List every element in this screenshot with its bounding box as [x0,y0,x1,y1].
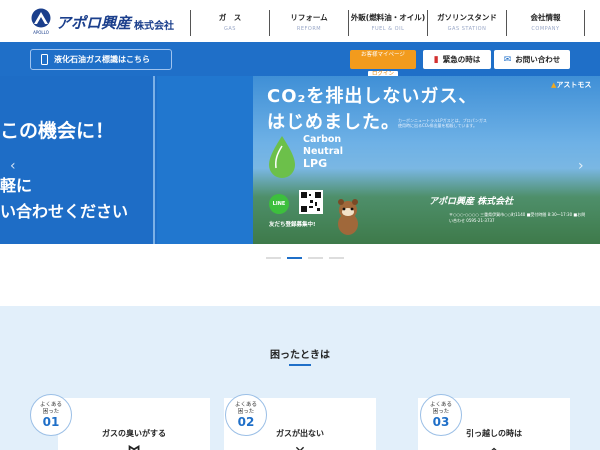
slide-description: カーボンニュートラルLPガスとは、プロパンガス使用時に出るCO₂排出量を相殺して… [398,118,487,128]
faq-badge-03: よくある 困った 03 [420,394,462,436]
trouble-card-gas-smell[interactable]: ガスの臭いがする ᗢ [58,398,210,450]
badge-number: 01 [42,415,60,429]
slider-prev-arrow-icon[interactable]: ‹ [10,158,16,174]
emergency-label: 緊急の時は [442,55,481,64]
nav-company[interactable]: 会社情報 COMPANY [506,10,585,36]
slide-text: い合わせください [0,202,129,221]
nav-sublabel: REFORM [296,26,322,32]
slide-title: はじめました。 [267,112,400,133]
section-title: 困ったときは [270,350,330,361]
slide-text: 軽に [0,176,33,195]
raccoon-mascot-icon [338,199,358,235]
slide-previous[interactable]: この機会に！ 軽に い合わせください [0,76,155,244]
card-label: ガスの臭いがする [102,429,166,438]
hero-slider[interactable]: この機会に！ 軽に い合わせください CO₂を排出しないガス、 はじめました。 … [0,76,600,244]
cn-line: LPG [303,157,328,170]
slider-dot-active[interactable] [287,257,302,259]
nav-sublabel: GAS [224,26,236,32]
mail-icon: ✉ [503,54,512,65]
smell-icon: ᗢ [128,444,140,450]
badge-text: よくある [234,402,257,408]
nav-sublabel: COMPANY [531,26,560,32]
nav-sublabel: FUEL & OIL [371,26,405,32]
company-logo[interactable]: APOLLO アポロ興産 株式会社 [30,8,174,36]
cn-line: Neutral [303,146,344,157]
logo-text: アポロ興産 [56,13,132,32]
apollo-logo-icon: APOLLO [31,8,51,35]
slide-title: CO₂を排出しないガス、 [267,86,478,107]
nav-fuel-oil[interactable]: 外販(燃料油・オイル) FUEL & OIL [348,10,427,36]
badge-number: 02 [237,415,255,429]
lpg-sign-button[interactable]: 液化石油ガス標識はこちら [30,49,172,70]
trouble-section: 困ったときは ガスの臭いがする ᗢ よくある 困った 01 ガスが出ない ✕ よ… [0,306,600,450]
company-slide-info: 〒○○○-○○○○ 三重県伊賀市○○町1140 ■受付時間 8:30〜17:30… [449,212,586,223]
slide-current[interactable]: CO₂を排出しないガス、 はじめました。 カーボンニュートラルLPガスとは、プロ… [253,76,600,244]
contact-label: お問い合わせ [515,55,561,64]
nav-label: 会社情報 [530,13,561,22]
faq-badge-02: よくある 困った 02 [225,394,267,436]
line-caption: 友だち登録募集中! [269,222,316,228]
faq-badge-01: よくある 困った 01 [30,394,72,436]
nav-gas-station[interactable]: ガソリンスタンド GAS STATION [427,10,506,36]
emergency-icon: ▮ [433,54,439,65]
leaf-drop-icon [269,136,295,178]
slide-divider-panel [157,76,253,244]
slider-next-arrow-icon[interactable]: › [578,158,584,174]
slide-headline: この機会に！ [0,120,115,142]
slider-dot[interactable] [329,257,344,259]
nav-sublabel: GAS STATION [447,26,487,32]
slider-pagination [266,257,344,259]
utility-bar: 液化石油ガス標識はこちら お客様マイページ ログイン ▮ 緊急の時は ✉ お問い… [0,42,600,78]
global-nav: ガ ス GAS リフォーム REFORM 外販(燃料油・オイル) FUEL & … [190,10,585,36]
company-slide-logo: アポロ興産 株式会社 [429,197,514,207]
svg-text:APOLLO: APOLLO [33,30,49,35]
house-icon: ⌂ [489,444,499,450]
cn-line: Carbon [303,134,342,145]
logo-suffix: 株式会社 [134,20,175,32]
nav-label: ガ ス [218,13,242,22]
site-header: APOLLO アポロ興産 株式会社 ガ ス GAS リフォーム REFORM 外… [0,0,600,42]
lpg-sign-label: 液化石油ガス標識はこちら [54,55,150,64]
gas-cylinder-icon [41,54,48,65]
astomos-brand: ▲アストモス [551,80,591,90]
badge-number: 03 [432,415,450,429]
line-icon[interactable]: LINE [269,194,289,214]
mypage-label: お客様マイページ [361,52,405,58]
nav-label: ガソリンスタンド [437,13,497,22]
qr-code-icon [299,190,323,214]
title-underline [289,364,311,366]
emergency-button[interactable]: ▮ 緊急の時は [423,50,491,69]
nav-label: 外販(燃料油・オイル) [350,13,426,22]
astomos-brand-label: アストモス [556,81,592,89]
nav-reform[interactable]: リフォーム REFORM [269,10,348,36]
contact-button[interactable]: ✉ お問い合わせ [494,50,570,69]
nav-gas[interactable]: ガ ス GAS [190,10,269,36]
slider-dot[interactable] [266,257,281,259]
badge-text: よくある [39,402,62,408]
mypage-login-button[interactable]: お客様マイページ ログイン [350,50,416,78]
slider-dot[interactable] [308,257,323,259]
nav-label: リフォーム [290,13,328,22]
carbon-neutral-lpg-logo: Carbon Neutral LPG [267,134,367,182]
no-gas-icon: ✕ [294,444,306,450]
line-label: LINE [272,201,286,207]
badge-text: よくある [429,402,452,408]
